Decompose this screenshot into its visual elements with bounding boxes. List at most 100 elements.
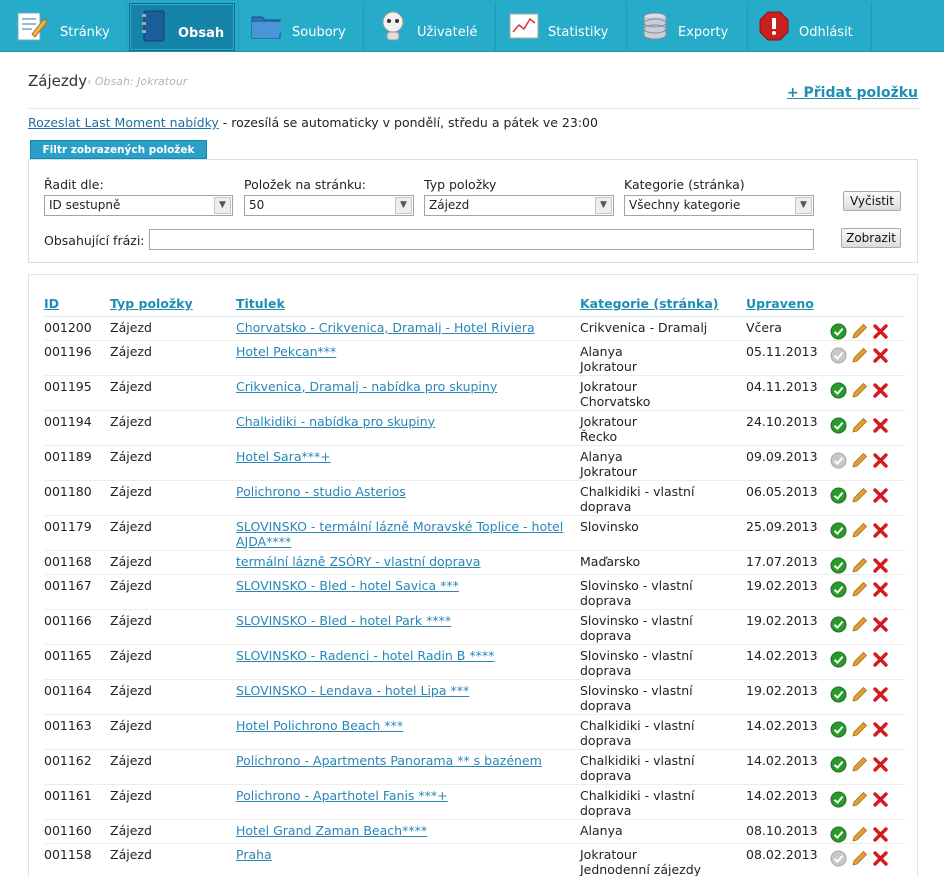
- item-title-link[interactable]: Chorvatsko - Crikvenica, Dramalj - Hotel…: [236, 320, 535, 335]
- active-check-icon[interactable]: [830, 826, 847, 843]
- cell-category: Alanya Jokratour: [580, 340, 746, 376]
- delete-icon[interactable]: [872, 323, 889, 340]
- delete-icon[interactable]: [872, 382, 889, 399]
- column-header-id[interactable]: ID: [44, 292, 110, 317]
- delete-icon[interactable]: [872, 850, 889, 867]
- item-title-link[interactable]: Praha: [236, 847, 272, 862]
- nav-item-pages[interactable]: Stránky: [4, 3, 126, 51]
- item-title-link[interactable]: SLOVINSKO - termální lázně Moravské Topl…: [236, 519, 563, 549]
- edit-pencil-icon[interactable]: [851, 522, 868, 539]
- active-check-icon[interactable]: [830, 382, 847, 399]
- send-last-moment-link[interactable]: Rozeslat Last Moment nabídky: [28, 115, 219, 130]
- item-title-link[interactable]: SLOVINSKO - Bled - hotel Park ****: [236, 613, 451, 628]
- inactive-check-icon[interactable]: [830, 347, 847, 364]
- delete-icon[interactable]: [872, 417, 889, 434]
- item-title-link[interactable]: Chalkidiki - nabídka pro skupiny: [236, 414, 435, 429]
- delete-icon[interactable]: [872, 452, 889, 469]
- active-check-icon[interactable]: [830, 417, 847, 434]
- active-check-icon[interactable]: [830, 557, 847, 574]
- active-check-icon[interactable]: [830, 756, 847, 773]
- active-check-icon[interactable]: [830, 323, 847, 340]
- category-line-2: doprava: [580, 592, 632, 608]
- edit-pencil-icon[interactable]: [851, 686, 868, 703]
- sort-select[interactable]: ID sestupně ▼: [44, 195, 233, 216]
- edit-pencil-icon[interactable]: [851, 826, 868, 843]
- nav-item-files[interactable]: Soubory: [240, 3, 362, 51]
- cell-category: Slovinsko - vlastní doprava: [580, 609, 746, 645]
- add-item-link[interactable]: + Přidat položku: [787, 85, 918, 101]
- item-title-link[interactable]: Hotel Pekcan***: [236, 344, 336, 359]
- item-title-link[interactable]: Crikvenica, Dramalj - nabídka pro skupin…: [236, 379, 497, 394]
- show-button[interactable]: Zobrazit: [841, 228, 901, 248]
- delete-icon[interactable]: [872, 522, 889, 539]
- item-title-link[interactable]: Polichrono - studio Asterios: [236, 484, 406, 499]
- item-title-link[interactable]: SLOVINSKO - Lendava - hotel Lipa ***: [236, 683, 469, 698]
- nav-item-users[interactable]: Uživatelé: [366, 3, 494, 51]
- active-check-icon[interactable]: [830, 522, 847, 539]
- delete-icon[interactable]: [872, 721, 889, 738]
- delete-icon[interactable]: [872, 347, 889, 364]
- active-check-icon[interactable]: [830, 791, 847, 808]
- column-header-title[interactable]: Titulek: [236, 292, 580, 317]
- delete-icon[interactable]: [872, 651, 889, 668]
- delete-icon[interactable]: [872, 826, 889, 843]
- active-check-icon[interactable]: [830, 651, 847, 668]
- edit-pencil-icon[interactable]: [851, 651, 868, 668]
- delete-icon[interactable]: [872, 756, 889, 773]
- category-line-1: Chalkidiki - vlastní: [580, 717, 695, 733]
- nav-item-content[interactable]: Obsah: [129, 3, 235, 51]
- inactive-check-icon[interactable]: [830, 452, 847, 469]
- edit-pencil-icon[interactable]: [851, 756, 868, 773]
- edit-pencil-icon[interactable]: [851, 850, 868, 867]
- delete-icon[interactable]: [872, 487, 889, 504]
- edit-pencil-icon[interactable]: [851, 791, 868, 808]
- cell-type: Zájezd: [110, 714, 236, 750]
- edit-pencil-icon[interactable]: [851, 452, 868, 469]
- edit-pencil-icon[interactable]: [851, 347, 868, 364]
- active-check-icon[interactable]: [830, 686, 847, 703]
- filter-tab[interactable]: Filtr zobrazených položek: [30, 140, 207, 159]
- item-title-link[interactable]: Hotel Polichrono Beach ***: [236, 718, 403, 733]
- edit-pencil-icon[interactable]: [851, 382, 868, 399]
- column-header-category[interactable]: Kategorie (stránka): [580, 292, 746, 317]
- column-header-type[interactable]: Typ položky: [110, 292, 236, 317]
- item-title-link[interactable]: Polichrono - Aparthotel Fanis ***+: [236, 788, 448, 803]
- delete-icon[interactable]: [872, 686, 889, 703]
- item-title-link[interactable]: Hotel Sara***+: [236, 449, 331, 464]
- per-page-select[interactable]: 50 ▼: [244, 195, 414, 216]
- cell-updated: 14.02.2013: [746, 749, 830, 785]
- item-title-link[interactable]: SLOVINSKO - Bled - hotel Savica ***: [236, 578, 459, 593]
- edit-pencil-icon[interactable]: [851, 581, 868, 598]
- delete-icon[interactable]: [872, 581, 889, 598]
- type-select[interactable]: Zájezd ▼: [424, 195, 614, 216]
- edit-pencil-icon[interactable]: [851, 323, 868, 340]
- clear-button[interactable]: Vyčistit: [843, 191, 901, 211]
- item-title-link[interactable]: Hotel Grand Zaman Beach****: [236, 823, 427, 838]
- item-title-link[interactable]: Polichrono - Apartments Panorama ** s ba…: [236, 753, 542, 768]
- nav-item-statistics[interactable]: Statistiky: [497, 3, 619, 51]
- delete-icon[interactable]: [872, 557, 889, 574]
- item-title-link[interactable]: termální lázně ZSÓRY - vlastní doprava: [236, 554, 480, 569]
- active-check-icon[interactable]: [830, 487, 847, 504]
- cell-category: Chalkidiki - vlastní doprava: [580, 480, 746, 516]
- inactive-check-icon[interactable]: [830, 850, 847, 867]
- phrase-input[interactable]: [149, 229, 814, 250]
- edit-pencil-icon[interactable]: [851, 487, 868, 504]
- nav-item-exports[interactable]: Exporty: [628, 3, 746, 51]
- active-check-icon[interactable]: [830, 581, 847, 598]
- category-select[interactable]: Všechny kategorie ▼: [624, 195, 814, 216]
- item-title-link[interactable]: SLOVINSKO - Radenci - hotel Radin B ****: [236, 648, 494, 663]
- edit-pencil-icon[interactable]: [851, 557, 868, 574]
- edit-pencil-icon[interactable]: [851, 721, 868, 738]
- edit-pencil-icon[interactable]: [851, 417, 868, 434]
- delete-icon[interactable]: [872, 616, 889, 633]
- active-check-icon[interactable]: [830, 616, 847, 633]
- column-header-updated[interactable]: Upraveno: [746, 292, 830, 317]
- chevron-down-icon: ▼: [595, 197, 612, 214]
- edit-pencil-icon[interactable]: [851, 616, 868, 633]
- breadcrumb[interactable]: ‹ Obsah: Jokratour: [87, 75, 187, 88]
- delete-icon[interactable]: [872, 791, 889, 808]
- category-line-2: Chorvatsko: [580, 393, 651, 409]
- active-check-icon[interactable]: [830, 721, 847, 738]
- nav-item-logout[interactable]: Odhlásit: [749, 3, 871, 51]
